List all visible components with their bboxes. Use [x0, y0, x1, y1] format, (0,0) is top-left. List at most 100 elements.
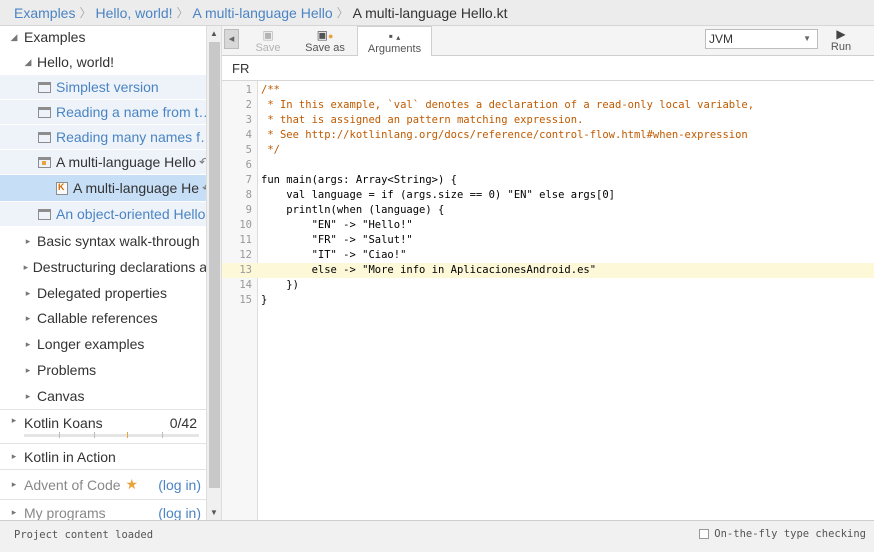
code-line[interactable]: 15} — [222, 293, 874, 308]
folder-icon — [38, 131, 51, 143]
progress-tick — [59, 432, 60, 438]
code-line[interactable]: 4 * See http://kotlinlang.org/docs/refer… — [222, 128, 874, 143]
tree-section-canvas[interactable]: ▸ Canvas — [0, 383, 206, 409]
collapsed-triangle-icon: ▸ — [25, 364, 31, 375]
code-line[interactable]: 6 — [222, 158, 874, 173]
code-text: /** — [261, 84, 280, 96]
tree-item-object-oriented-hello[interactable]: An object-oriented Hello — [0, 202, 206, 226]
tree-advent-of-code[interactable]: ▸ Advent of Code ★ (log in) — [0, 469, 206, 499]
code-line[interactable]: 5 */ — [222, 143, 874, 158]
save-as-icon: ▣● — [316, 28, 334, 42]
code-line[interactable]: 3 * that is assigned an pattern matching… — [222, 113, 874, 128]
terminal-icon: ▪ ▴ — [388, 29, 401, 43]
collapsed-triangle-icon: ▸ — [25, 235, 31, 246]
line-number: 6 — [245, 159, 252, 171]
arguments-bar — [222, 56, 874, 81]
arguments-tab[interactable]: ▪ ▴ Arguments — [357, 26, 432, 57]
kotlin-file-icon — [56, 181, 68, 195]
collapsed-triangle-icon: ▸ — [11, 507, 17, 517]
tree-my-programs[interactable]: ▸ My programs (log in) — [0, 499, 206, 521]
scroll-up-icon[interactable]: ▲ — [210, 29, 218, 38]
collapse-sidebar-button[interactable]: ◂ — [224, 29, 239, 49]
tree-section-basic-syntax[interactable]: ▸ Basic syntax walk-through — [0, 228, 206, 254]
code-text: } — [261, 294, 268, 306]
line-number: 15 — [239, 294, 252, 306]
breadcrumb-hello-world[interactable]: Hello, world! — [95, 5, 172, 21]
collapsed-triangle-icon: ▸ — [11, 451, 17, 461]
undo-icon[interactable]: ↶ — [199, 155, 206, 169]
expanded-triangle-icon: ◢ — [24, 56, 32, 67]
scroll-down-icon[interactable]: ▼ — [210, 508, 218, 517]
line-number: 13 — [239, 264, 252, 276]
breadcrumb: Examples 〉 Hello, world! 〉 A multi-langu… — [0, 0, 874, 26]
koans-progress-bar — [24, 432, 199, 438]
code-line[interactable]: 2 * In this example, `val` denotes a dec… — [222, 98, 874, 113]
line-number: 12 — [239, 249, 252, 261]
line-number: 3 — [245, 114, 252, 126]
tree-item-multi-language-hello[interactable]: A multi-language Hello ↶ — [0, 150, 206, 174]
my-programs-login-link[interactable]: (log in) — [158, 505, 201, 521]
breadcrumb-multi-language-hello[interactable]: A multi-language Hello — [193, 5, 333, 21]
status-message: Project content loaded — [14, 529, 154, 541]
chevron-right-icon: 〉 — [176, 6, 189, 20]
editor-toolbar: ◂ ▣ Save ▣● Save as ▪ ▴ Arguments JVM ▼ … — [222, 26, 874, 57]
tree-item-multi-language-hello-kt[interactable]: A multi-language He ↶ — [0, 175, 206, 201]
code-line[interactable]: 12 "IT" -> "Ciao!" — [222, 248, 874, 263]
folder-icon — [38, 106, 51, 118]
code-editor[interactable]: 1 /** 2 * In this example, `val` denotes a… — [222, 81, 874, 520]
line-number: 1 — [245, 84, 252, 96]
code-line[interactable]: 13 else -> "More info in AplicacionesAnd… — [222, 263, 874, 278]
tree-kotlin-in-action[interactable]: ▸ Kotlin in Action — [0, 443, 206, 469]
star-icon: ★ — [125, 476, 139, 492]
sidebar-scrollbar[interactable]: ▲ ▼ — [207, 26, 222, 520]
chevron-right-icon: 〉 — [336, 6, 349, 20]
tree-section-callable-references[interactable]: ▸ Callable references — [0, 305, 206, 331]
code-line[interactable]: 9 println(when (language) { — [222, 203, 874, 218]
code-line[interactable]: 14 }) — [222, 278, 874, 293]
code-line[interactable]: 1 /** — [222, 83, 874, 98]
code-line[interactable]: 7 fun main(args: Array<String>) { — [222, 173, 874, 188]
koans-progress-count: 0/42 — [169, 415, 197, 431]
tree-item-reading-many-names[interactable]: Reading many names f… — [0, 125, 206, 149]
tree-section-problems[interactable]: ▸ Problems — [0, 357, 206, 383]
sidebar: ◢ Examples ◢ Hello, world! Simplest vers… — [0, 26, 207, 520]
save-button[interactable]: ▣ Save — [250, 26, 286, 56]
type-checking-toggle[interactable]: On-the-fly type checking — [699, 528, 866, 540]
arguments-input[interactable] — [222, 56, 862, 80]
checkbox-icon[interactable] — [699, 529, 710, 539]
target-platform-select[interactable]: JVM ▼ — [705, 29, 818, 49]
save-as-button[interactable]: ▣● Save as — [302, 26, 348, 56]
line-number: 9 — [245, 204, 252, 216]
progress-tick — [127, 432, 128, 438]
code-text: */ — [261, 144, 280, 156]
tree-section-delegated-properties[interactable]: ▸ Delegated properties — [0, 280, 206, 306]
line-number: 11 — [239, 234, 252, 246]
tree-section-longer-examples[interactable]: ▸ Longer examples — [0, 331, 206, 357]
code-text: }) — [261, 279, 299, 291]
collapsed-triangle-icon: ▸ — [25, 338, 31, 349]
line-number: 4 — [245, 129, 252, 141]
tree-item-simplest-version[interactable]: Simplest version — [0, 75, 206, 99]
open-folder-icon — [38, 156, 51, 168]
code-line[interactable]: 8 val language = if (args.size == 0) "EN… — [222, 188, 874, 203]
scrollbar-thumb[interactable] — [209, 42, 220, 488]
tree-section-destructuring[interactable]: ▸ Destructuring declarations a — [0, 254, 206, 280]
tree-hello-world[interactable]: ◢ Hello, world! — [0, 50, 206, 74]
status-bar: Project content loaded On-the-fly type c… — [0, 520, 874, 552]
advent-login-link[interactable]: (log in) — [158, 477, 201, 493]
run-button[interactable]: ▶ Run — [826, 26, 856, 56]
line-number: 14 — [239, 279, 252, 291]
code-text: "FR" -> "Salut!" — [261, 234, 413, 246]
tree-item-reading-a-name[interactable]: Reading a name from t… — [0, 100, 206, 124]
code-text: "IT" -> "Ciao!" — [261, 249, 407, 261]
code-line[interactable]: 10 "EN" -> "Hello!" — [222, 218, 874, 233]
breadcrumb-examples[interactable]: Examples — [14, 5, 75, 21]
code-line[interactable]: 11 "FR" -> "Salut!" — [222, 233, 874, 248]
code-text: "EN" -> "Hello!" — [261, 219, 413, 231]
code-text: * See http://kotlinlang.org/docs/referen… — [261, 129, 748, 141]
type-checking-label: On-the-fly type checking — [714, 528, 866, 540]
line-number: 5 — [245, 144, 252, 156]
line-number: 8 — [245, 189, 252, 201]
collapsed-triangle-icon: ▸ — [25, 287, 31, 298]
tree-examples[interactable]: ◢ Examples — [0, 26, 206, 48]
